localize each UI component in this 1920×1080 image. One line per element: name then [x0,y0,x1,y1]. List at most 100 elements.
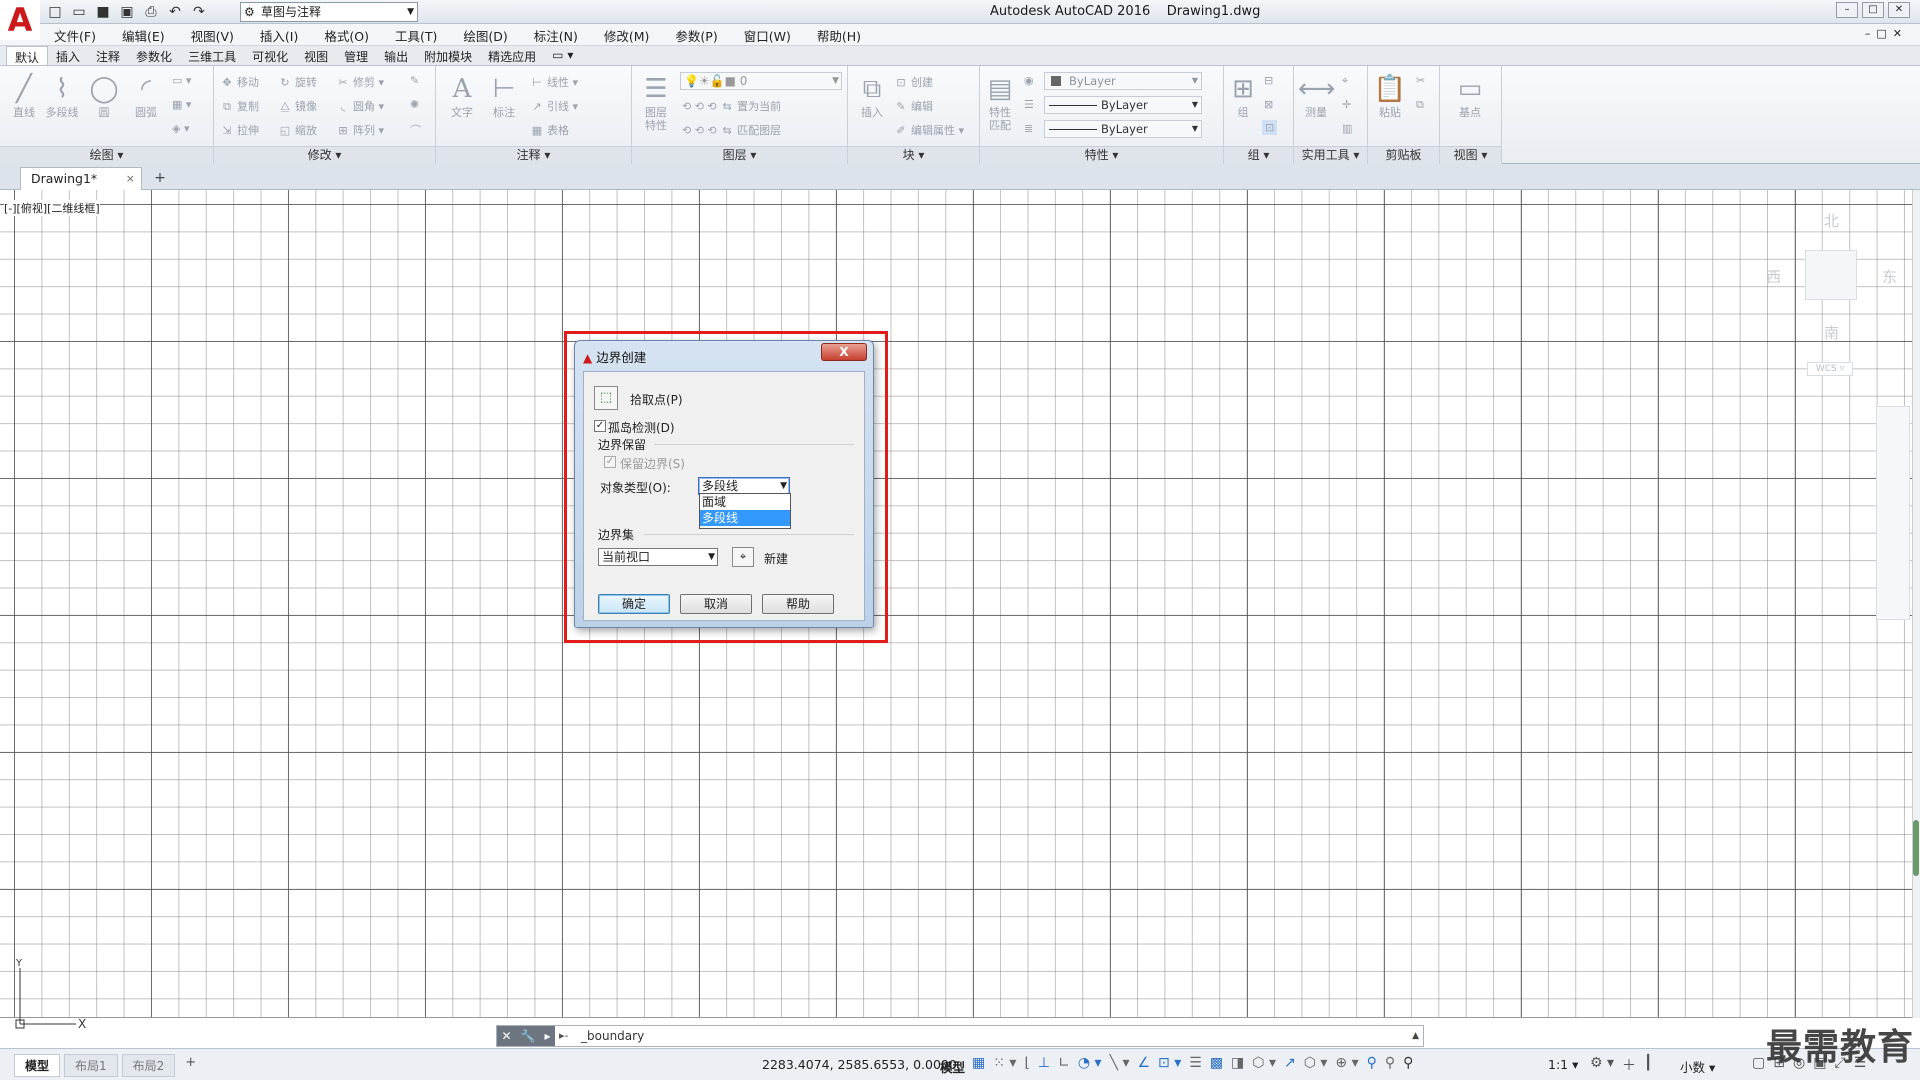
close-window-button[interactable]: ✕ [1888,2,1910,18]
draw-panel-title[interactable]: 绘图 ▾ [0,146,213,164]
chevron-up-icon[interactable]: ▲ [1412,1026,1419,1046]
block-panel-title[interactable]: 块 ▾ [848,146,979,164]
color-wheel-icon[interactable]: ◉ [1024,74,1034,87]
menu-item-5[interactable]: 工具(T) [395,26,437,45]
redo-icon[interactable]: ↷ [190,3,208,21]
view-panel-title[interactable]: 视图 ▾ [1440,146,1501,164]
command-line[interactable]: ✕ 🔧 ▸ ▸- _boundary ▲ [496,1025,1424,1047]
hatch-icon[interactable]: ▦ ▾ [172,98,191,111]
array-tool[interactable]: ⊞ 阵列 ▾ [336,122,384,138]
workspace-gear-icon[interactable]: ⚙ ▾ [1590,1055,1614,1075]
viewcube-west[interactable]: 西 [1766,266,1781,287]
explode-icon[interactable]: ✺ [410,98,419,111]
menu-item-7[interactable]: 标注(N) [534,26,578,45]
command-history-icon[interactable]: ▸ [544,1029,550,1043]
viewcube-east[interactable]: 东 [1882,266,1897,287]
annotation-scale-icon[interactable]: ⚲ [1403,1055,1413,1071]
gizmo-icon[interactable]: ⊕ ▾ [1335,1055,1358,1071]
ribbon-tab-9[interactable]: 附加模块 [416,46,480,65]
match-properties-tool[interactable]: ▤ 特性匹配 [982,72,1018,132]
insert-block-tool[interactable]: ⧉ 插入 [852,72,892,119]
cancel-button[interactable]: 取消 [680,594,752,614]
ok-button[interactable]: 确定 [598,594,670,614]
dialog-title-bar[interactable]: ▲ 边界创建 [583,347,646,366]
copy-clip-icon[interactable]: ⧉ [1416,98,1424,112]
menu-item-9[interactable]: 参数(P) [675,26,717,45]
viewcube[interactable]: 北 西 东 南 WCS ▿ [1760,210,1900,380]
ribbon-tab-1[interactable]: 插入 [48,46,88,65]
layout-tab-0[interactable]: 模型 [14,1054,61,1077]
units-selector[interactable]: 小数 ▾ [1680,1057,1715,1076]
viewcube-south[interactable]: 南 [1824,322,1839,343]
viewport-controls[interactable]: [-][俯视][二维线框] [4,200,100,216]
annotation-visibility-icon[interactable]: ⚲ [1367,1055,1377,1071]
menu-item-8[interactable]: 修改(M) [604,26,650,45]
modify-panel-title[interactable]: 修改 ▾ [214,146,435,164]
minimize-button[interactable]: – [1836,2,1858,18]
line-tool[interactable]: ╱ 直线 [4,72,44,119]
viewcube-north[interactable]: 北 [1824,210,1839,231]
close-icon[interactable]: × [126,168,135,189]
polyline-tool[interactable]: ⌇ 多段线 [42,72,82,119]
leader-tool[interactable]: ↗ 引线 ▾ [530,98,578,114]
application-menu-button[interactable]: A [0,0,40,40]
circle-tool[interactable]: ◯ 圆 [84,72,124,119]
menu-item-6[interactable]: 绘图(D) [463,26,507,45]
layer-tools-row2[interactable]: ⟲ ⟲ ⟲ ⇆ 匹配图层 [682,122,781,138]
text-tool[interactable]: A 文字 [442,72,482,119]
erase-icon[interactable]: ✎ [410,74,419,87]
dynamic-input-icon[interactable]: ⊥ [1038,1055,1050,1071]
ribbon-tab-8[interactable]: 输出 [376,46,416,65]
maximize-button[interactable]: □ [1862,2,1884,18]
undo-icon[interactable]: ↶ [166,3,184,21]
3d-osnap-icon[interactable]: ⬡ ▾ [1252,1055,1276,1071]
dialog-close-button[interactable]: X [821,343,867,361]
lineweight-dropdown[interactable]: ByLayer ▼ [1044,120,1202,138]
dynamic-ucs-icon[interactable]: ↗ [1284,1055,1296,1071]
fillet-tool[interactable]: ◟ 圆角 ▾ [336,98,384,114]
object-snap-icon[interactable]: ⊡ ▾ [1158,1055,1181,1071]
retain-boundaries-checkbox[interactable]: ✓ [604,456,616,468]
trim-tool[interactable]: ✂ 修剪 ▾ [336,74,384,90]
island-detection-checkbox[interactable]: ✓ [594,420,606,432]
measure-tool[interactable]: ⟷ 测量 [1298,72,1335,119]
selection-cycling-icon[interactable]: ◨ [1231,1055,1244,1071]
paste-tool[interactable]: 📋 粘贴 [1372,72,1408,119]
close-icon[interactable]: ✕ [501,1029,511,1043]
rotate-tool[interactable]: ↻ 旋转 [278,74,317,90]
help-button[interactable]: 帮助 [762,594,834,614]
pick-points-button[interactable]: ⬚ [594,386,618,410]
scale-tool[interactable]: ◱ 缩放 [278,122,317,138]
command-prompt-icon[interactable]: ▸- [559,1026,569,1046]
boundary-set-select[interactable]: 当前视口 ▼ [598,548,718,566]
layers-panel-title[interactable]: 图层 ▾ [632,146,847,164]
quick-select-icon[interactable]: ✛ [1342,98,1351,111]
ribbon-tab-0[interactable]: 默认 [6,46,49,65]
canvas-scrollbar[interactable] [1912,190,1920,1018]
layer-dropdown[interactable]: 💡☀🔓■ 0 ▼ [680,72,842,90]
workspace-select[interactable]: ⚙ 草图与注释 ▼ [240,2,418,22]
mirror-tool[interactable]: ⧋ 镜像 [278,98,317,114]
selection-filter-icon[interactable]: ⬡ ▾ [1304,1055,1328,1071]
annotation-panel-title[interactable]: 注释 ▾ [436,146,631,164]
wrench-icon[interactable]: 🔧 [521,1029,536,1043]
new-icon[interactable]: □ [46,3,64,21]
menu-item-10[interactable]: 窗口(W) [744,26,791,45]
arc-tool[interactable]: ◜ 圆弧 [126,72,166,119]
stretch-tool[interactable]: ⇲ 拉伸 [220,122,259,138]
ribbon-tab-3[interactable]: 参数化 [128,46,180,65]
dimension-tool[interactable]: ⊢ 标注 [484,72,524,119]
open-icon[interactable]: ▭ [70,3,88,21]
linear-tool[interactable]: ⊢ 线性 ▾ [530,74,578,90]
ribbon-tab-2[interactable]: 注释 [88,46,128,65]
menu-item-11[interactable]: 帮助(H) [817,26,861,45]
layer-properties-tool[interactable]: ☰ 图层特性 [634,72,678,132]
clipboard-panel-title[interactable]: 剪贴板 [1368,146,1439,164]
lineweight-icon[interactable]: ≣ [1024,122,1033,135]
drawing-canvas[interactable] [0,190,1920,1018]
navigation-bar[interactable] [1876,406,1910,620]
copy-tool[interactable]: ⧉ 复制 [220,98,259,114]
rectangle-icon[interactable]: ▭ ▾ [172,74,191,87]
ribbon-tab-5[interactable]: 可视化 [244,46,296,65]
print-icon[interactable]: ⎙ [142,3,160,21]
